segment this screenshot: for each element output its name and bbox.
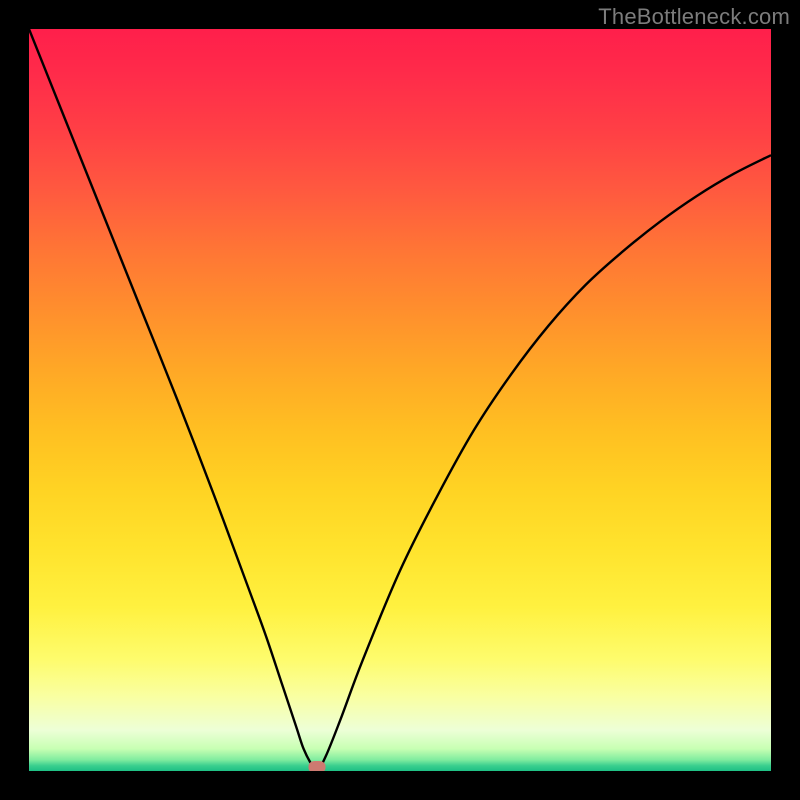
curve-path <box>29 29 771 771</box>
chart-viewport: TheBottleneck.com <box>0 0 800 800</box>
watermark-text: TheBottleneck.com <box>598 4 790 30</box>
bottleneck-curve <box>29 29 771 771</box>
optimal-point-marker <box>308 761 325 771</box>
plot-area <box>29 29 771 771</box>
